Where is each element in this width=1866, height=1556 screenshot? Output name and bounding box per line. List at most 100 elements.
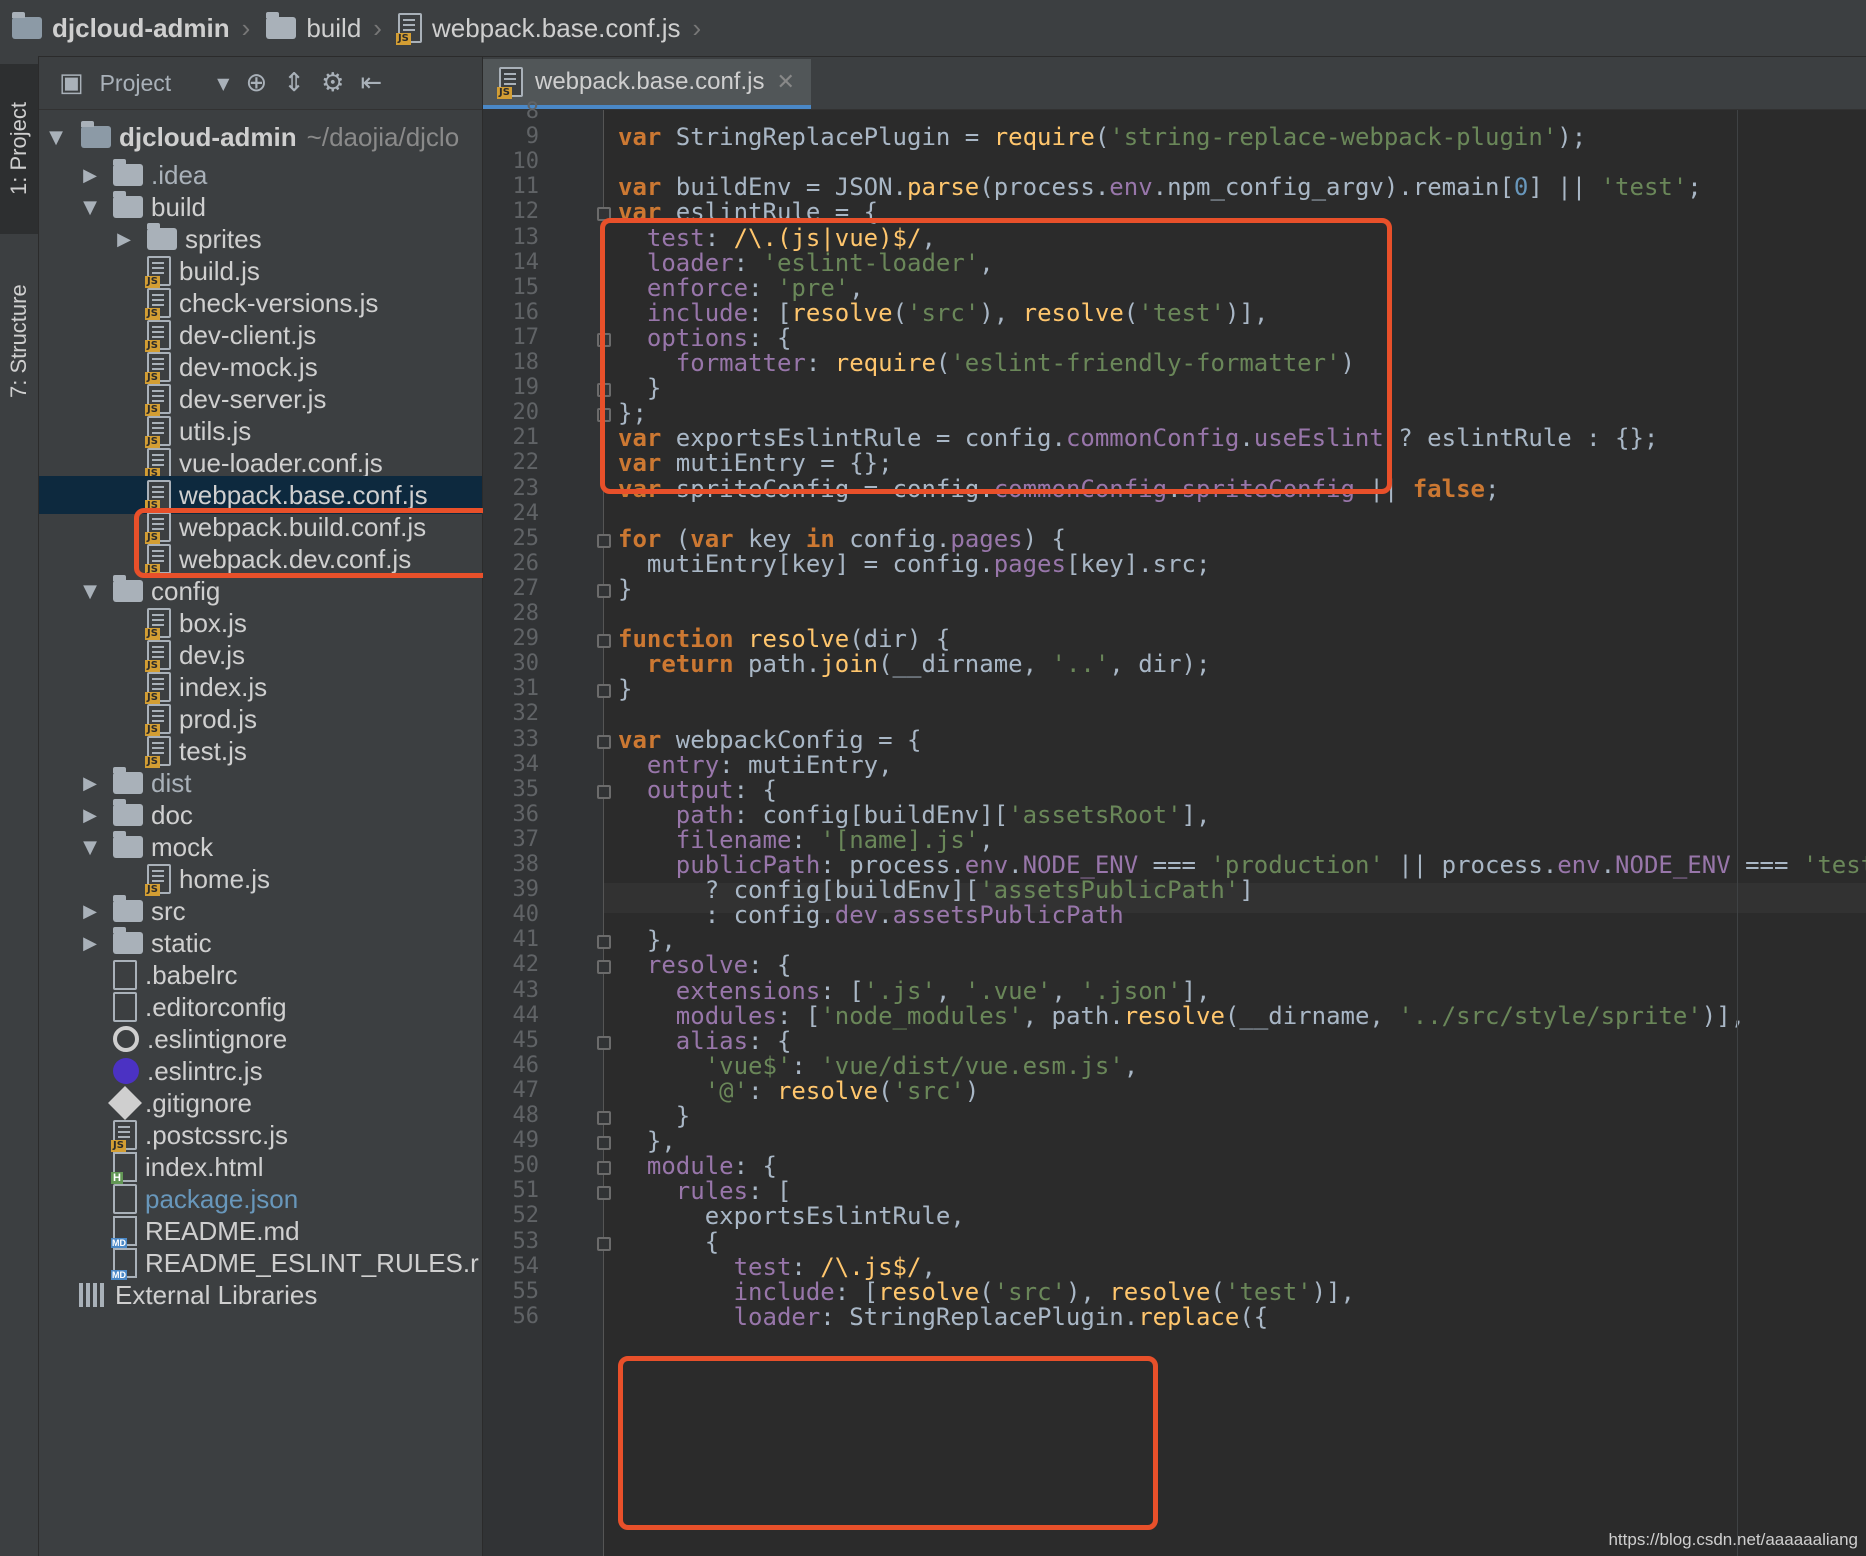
line-number: 32 — [512, 701, 540, 727]
line-number: 45 — [512, 1027, 540, 1053]
line-number: 39 — [512, 877, 540, 903]
tree-root-label: djcloud-admin — [119, 121, 297, 152]
line-number: 47 — [512, 1077, 540, 1103]
js-file-icon — [145, 672, 171, 704]
expand-arrow-icon[interactable]: ▶ — [79, 901, 101, 922]
tree-item-label: .postcssrc.js — [145, 1119, 289, 1150]
js-file-icon — [145, 512, 171, 544]
code-line: formatter: require('eslint-friendly-form… — [675, 349, 1355, 377]
tree-item-label: External Libraries — [115, 1279, 318, 1310]
breadcrumb-folder[interactable]: build — [254, 12, 369, 44]
gear-icon[interactable]: ⚙ — [321, 68, 344, 98]
line-number: 51 — [512, 1178, 540, 1204]
code-line: mutiEntry[key] = config.pages[key].src; — [618, 549, 1211, 578]
folder-icon — [113, 831, 143, 858]
tree-item-label: check-versions.js — [179, 287, 379, 318]
tree-item-label: doc — [151, 799, 193, 830]
folder-icon — [147, 223, 177, 250]
line-number: 56 — [512, 1303, 540, 1329]
tree-item-label: box.js — [179, 607, 247, 638]
js-file-icon — [145, 448, 171, 480]
tree-item-label: .eslintrc.js — [147, 1055, 263, 1086]
code-line: var spriteConfig = config.commonConfig.s… — [618, 474, 1500, 503]
breadcrumb-file[interactable]: webpack.base.conf.js — [386, 12, 689, 45]
line-number: 25 — [512, 525, 540, 551]
tree-item-label: build.js — [179, 255, 260, 286]
breadcrumb-project-label: djcloud-admin — [52, 12, 230, 43]
line-number: 29 — [512, 626, 540, 652]
js-file-icon — [145, 608, 171, 640]
folder-icon — [113, 159, 143, 186]
expand-arrow-icon[interactable]: ▶ — [113, 229, 135, 250]
folder-icon — [113, 927, 143, 954]
line-number: 40 — [512, 902, 540, 928]
tree-item-label: dev-server.js — [179, 383, 327, 414]
js-file-icon — [145, 736, 171, 768]
js-file-icon — [145, 320, 171, 352]
collapse-all-icon[interactable]: ⇕ — [283, 68, 305, 98]
text-file-icon — [113, 992, 137, 1022]
expand-arrow-icon[interactable]: ▶ — [79, 805, 101, 826]
js-file-icon — [497, 67, 523, 99]
expand-arrow-icon[interactable]: ▶ — [79, 165, 101, 186]
tree-item-label: .babelrc — [145, 959, 238, 990]
tree-item-label: static — [151, 927, 212, 958]
line-number: 53 — [512, 1228, 540, 1254]
tree-item-label: dist — [151, 767, 192, 798]
js-file-icon — [145, 288, 171, 320]
js-file-icon — [111, 1120, 137, 1152]
ignore-file-icon — [113, 1026, 139, 1052]
line-number: 30 — [512, 651, 540, 677]
tree-item-label: build — [151, 191, 206, 222]
project-view-selector[interactable]: Project — [100, 70, 172, 97]
tree-root[interactable]: ▼ djcloud-admin ~/daojia/djclo — [39, 118, 482, 156]
tree-item-label: package.json — [145, 1183, 299, 1214]
line-number: 48 — [512, 1103, 540, 1128]
watermark-text: https://blog.csdn.net/aaaaaaliang — [1608, 1530, 1858, 1549]
hide-panel-icon[interactable]: ⇤ — [360, 68, 382, 98]
folder-icon — [113, 575, 143, 602]
project-view-icon: ▣ — [59, 68, 84, 98]
locate-file-icon[interactable]: ⊕ — [245, 68, 267, 98]
code-editor[interactable]: var StringReplacePlugin = require('strin… — [604, 110, 1866, 1556]
line-number: 11 — [512, 174, 540, 200]
line-number: 37 — [512, 826, 540, 852]
tree-item[interactable]: External Libraries — [39, 1276, 482, 1314]
git-icon — [108, 1086, 142, 1120]
expand-arrow-icon[interactable]: ▶ — [79, 773, 101, 794]
tree-item-label: README.md — [145, 1215, 300, 1246]
tree-item-label: dev-client.js — [179, 319, 317, 350]
js-file-icon — [145, 640, 171, 672]
line-number: 42 — [512, 952, 540, 978]
breadcrumb-file-label: webpack.base.conf.js — [431, 12, 681, 43]
close-icon[interactable]: ✕ — [776, 70, 794, 95]
chevron-down-icon[interactable]: ▼ — [217, 74, 229, 93]
line-number: 43 — [512, 977, 540, 1003]
breadcrumb-project[interactable]: djcloud-admin — [0, 12, 238, 44]
tree-item-label: webpack.base.conf.js — [179, 479, 428, 510]
code-line: } — [618, 675, 633, 704]
tree-item-label: dev.js — [179, 639, 245, 670]
line-number: 44 — [512, 1002, 540, 1028]
structure-tool-tab-label: 7: Structure — [6, 284, 31, 398]
tree-item-label: .eslintignore — [147, 1023, 288, 1054]
expand-arrow-icon[interactable]: ▼ — [79, 837, 101, 858]
project-tool-tab[interactable]: 1: Project — [0, 64, 38, 234]
structure-tool-tab[interactable]: 7: Structure — [0, 246, 38, 436]
expand-arrow-icon[interactable]: ▶ — [79, 933, 101, 954]
tree-item-label: webpack.build.conf.js — [179, 511, 427, 542]
line-number: 17 — [512, 324, 540, 350]
expand-arrow-icon[interactable]: ▼ — [79, 197, 101, 218]
js-file-icon — [145, 704, 171, 736]
line-number: 21 — [512, 425, 540, 451]
expand-arrow-icon[interactable]: ▼ — [79, 581, 101, 602]
expand-arrow-icon[interactable]: ▼ — [45, 127, 67, 148]
library-icon — [79, 1283, 107, 1307]
js-file-icon — [145, 352, 171, 384]
line-number: 15 — [512, 274, 540, 300]
line-number: 35 — [512, 776, 540, 802]
tree-item-label: test.js — [179, 735, 247, 766]
right-margin-guide — [1737, 110, 1738, 1556]
tree-item-label: .editorconfig — [145, 991, 287, 1022]
tree-item-label: vue-loader.conf.js — [179, 447, 383, 478]
